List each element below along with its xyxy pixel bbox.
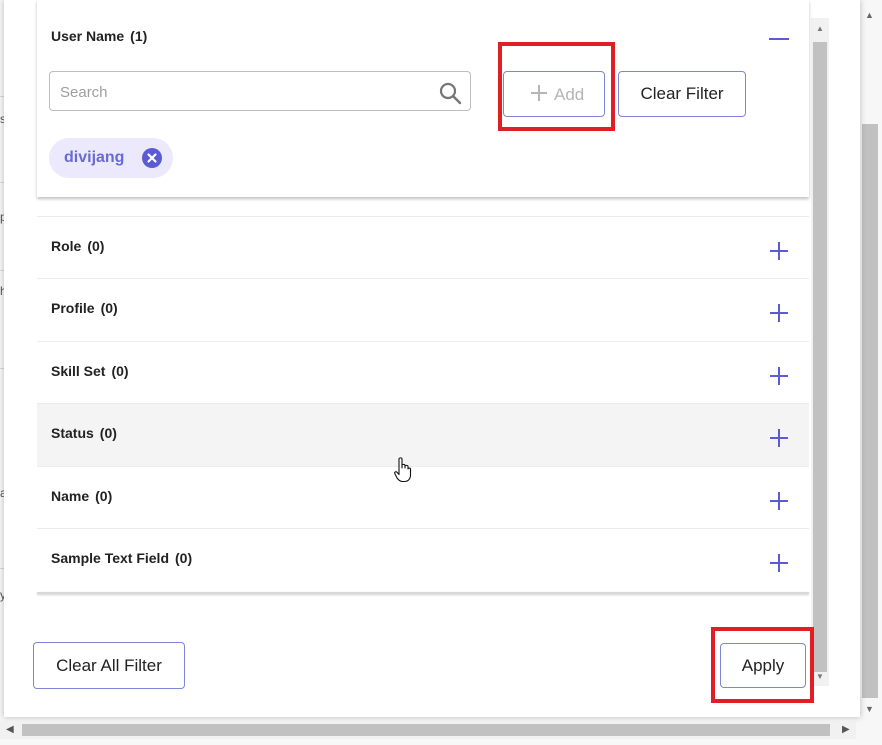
filter-title: User Name [51, 28, 125, 44]
scroll-left-arrow-icon[interactable]: ◀ [6, 724, 14, 735]
filter-list-scrollbar[interactable]: ▲ ▼ [811, 18, 829, 686]
scroll-up-arrow-icon[interactable]: ▲ [816, 24, 824, 33]
filter-row-role[interactable]: Role (0) [37, 216, 809, 279]
filter-count: (0) [175, 550, 193, 566]
filter-title: Profile [51, 300, 95, 316]
highlight-box-add [498, 42, 615, 131]
expand-plus-icon[interactable] [769, 303, 789, 323]
expand-plus-icon[interactable] [769, 241, 789, 261]
expand-plus-icon[interactable] [769, 553, 789, 573]
filter-header: Status (0) [51, 425, 117, 441]
filter-header: Skill Set (0) [51, 363, 129, 379]
filter-count: (0) [95, 488, 113, 504]
scroll-up-arrow-icon[interactable]: ▲ [865, 10, 874, 20]
filter-panel-user-name: User Name(1) Add Clear Filter [37, 0, 809, 197]
selected-chip: divijang [49, 138, 173, 178]
filter-row-skill-set[interactable]: Skill Set (0) [37, 341, 809, 404]
filter-row-status[interactable]: Status (0) [37, 403, 809, 466]
scroll-down-arrow-icon[interactable]: ▼ [816, 672, 824, 681]
filter-count: (1) [130, 28, 148, 44]
filter-header: Sample Text Field (0) [51, 550, 192, 566]
highlight-box-apply [711, 627, 814, 703]
search-input[interactable] [58, 80, 422, 104]
filter-title: Skill Set [51, 363, 106, 379]
page-scroll-thumb[interactable] [862, 124, 878, 698]
hand-pointer-cursor-icon [394, 457, 412, 483]
filter-list-scroll-thumb[interactable] [813, 42, 827, 672]
filter-title: Sample Text Field [51, 550, 169, 566]
accordion-bottom-edge [37, 592, 809, 594]
expand-plus-icon[interactable] [769, 491, 789, 511]
clear-filter-button[interactable]: Clear Filter [618, 71, 746, 117]
filter-count: (0) [111, 363, 129, 379]
filter-header-user-name[interactable]: User Name (1) [51, 28, 147, 44]
search-icon[interactable] [438, 81, 462, 105]
scroll-right-arrow-icon[interactable]: ▶ [842, 724, 850, 735]
clear-all-filter-button[interactable]: Clear All Filter [33, 642, 185, 689]
expand-plus-icon[interactable] [769, 366, 789, 386]
filter-count: (0) [87, 238, 105, 254]
filter-row-profile[interactable]: Profile (0) [37, 278, 809, 341]
filter-count: (0) [100, 300, 118, 316]
search-field [49, 71, 471, 111]
filter-row-name[interactable]: Name (0) [37, 466, 809, 529]
filter-row-sample-text-field[interactable]: Sample Text Field (0) [37, 528, 809, 591]
filter-dialog: ▲ ▼ User Name(1) Add [4, 0, 860, 717]
filter-header: Profile (0) [51, 300, 118, 316]
filter-count: (0) [99, 425, 117, 441]
filter-header: Role (0) [51, 238, 104, 254]
chip-label: divijang [64, 149, 125, 166]
expand-plus-icon[interactable] [769, 428, 789, 448]
filter-title: Name [51, 488, 90, 504]
remove-chip-icon[interactable] [142, 148, 162, 168]
collapse-minus-icon[interactable] [769, 38, 789, 40]
scroll-down-arrow-icon[interactable]: ▼ [865, 704, 874, 714]
horizontal-scroll-thumb[interactable] [22, 724, 830, 736]
horizontal-scrollbar[interactable]: ◀ ▶ [0, 721, 856, 739]
filter-header: Name (0) [51, 488, 112, 504]
page-vertical-scrollbar[interactable]: ▲ ▼ [862, 6, 878, 718]
filter-title: Status [51, 425, 94, 441]
filter-title: Role [51, 238, 82, 254]
